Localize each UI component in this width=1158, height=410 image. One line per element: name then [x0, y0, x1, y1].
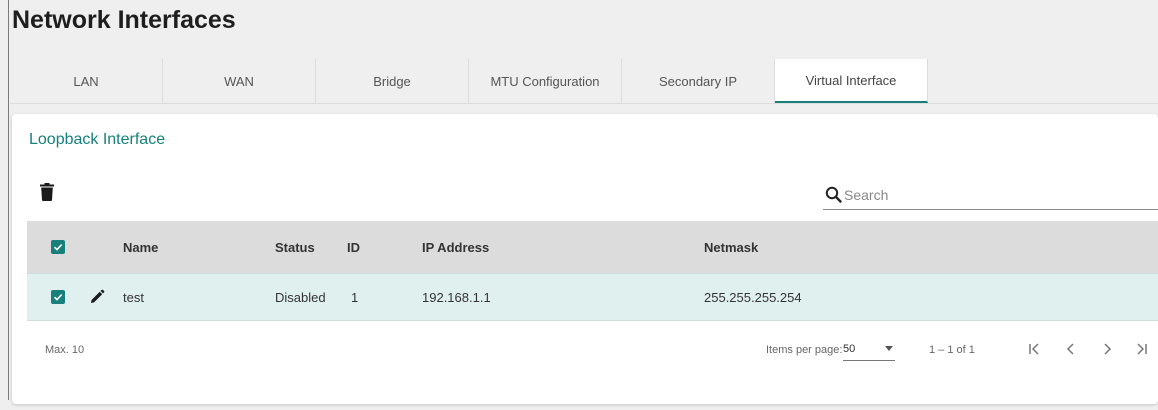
prev-page-button[interactable]	[1060, 337, 1082, 361]
pencil-icon[interactable]	[89, 289, 105, 305]
tab-wan[interactable]: WAN	[163, 59, 316, 103]
window-border	[8, 0, 9, 400]
tab-bar: LAN WAN Bridge MTU Configuration Seconda…	[10, 59, 1158, 104]
next-page-icon	[1104, 343, 1112, 355]
cell-status: Disabled	[275, 289, 326, 305]
loopback-card: Loopback Interface Name Status ID IP Add…	[12, 114, 1158, 404]
cell-name: test	[123, 289, 144, 305]
search-icon	[825, 186, 842, 203]
search-input[interactable]	[844, 186, 1144, 203]
tab-bridge[interactable]: Bridge	[316, 59, 469, 103]
checkmark-icon	[53, 293, 63, 301]
column-header-status[interactable]: Status	[275, 221, 315, 273]
cell-netmask: 255.255.255.254	[704, 289, 802, 305]
trash-icon[interactable]	[40, 183, 54, 201]
select-all-checkbox[interactable]	[51, 240, 65, 254]
table-header: Name Status ID IP Address Netmask	[27, 221, 1158, 273]
next-page-button[interactable]	[1096, 337, 1118, 361]
tab-virtual-interface[interactable]: Virtual Interface	[775, 59, 928, 103]
last-page-icon	[1137, 343, 1147, 355]
tab-secondary-ip[interactable]: Secondary IP	[622, 59, 775, 103]
last-page-button[interactable]	[1130, 337, 1152, 361]
column-header-ip-address[interactable]: IP Address	[422, 221, 489, 273]
cell-ip-address: 192.168.1.1	[422, 289, 491, 305]
tab-mtu-configuration[interactable]: MTU Configuration	[469, 59, 622, 103]
items-per-page-label: Items per page:	[766, 344, 843, 356]
first-page-button[interactable]	[1024, 337, 1046, 361]
column-header-id[interactable]: ID	[347, 221, 360, 273]
page-range-label: 1 – 1 of 1	[929, 344, 975, 356]
prev-page-icon	[1066, 343, 1074, 355]
items-per-page-select[interactable]: 50	[843, 337, 895, 361]
checkmark-icon	[53, 243, 63, 251]
first-page-icon	[1029, 343, 1039, 355]
column-header-netmask[interactable]: Netmask	[704, 221, 758, 273]
section-title: Loopback Interface	[29, 131, 166, 148]
chevron-down-icon	[885, 346, 893, 351]
tab-lan[interactable]: LAN	[10, 59, 163, 103]
table-footer: Max. 10 Items per page: 50 1 – 1 of 1	[27, 321, 1158, 376]
table-row[interactable]: test Disabled 1 192.168.1.1 255.255.255.…	[27, 273, 1158, 321]
column-header-name[interactable]: Name	[123, 221, 158, 273]
items-per-page-value: 50	[843, 342, 856, 355]
cell-id: 1	[351, 289, 359, 305]
max-entries-label: Max. 10	[45, 344, 85, 356]
search-field	[823, 180, 1158, 210]
page-title: Network Interfaces	[12, 6, 236, 34]
row-checkbox[interactable]	[51, 290, 65, 304]
